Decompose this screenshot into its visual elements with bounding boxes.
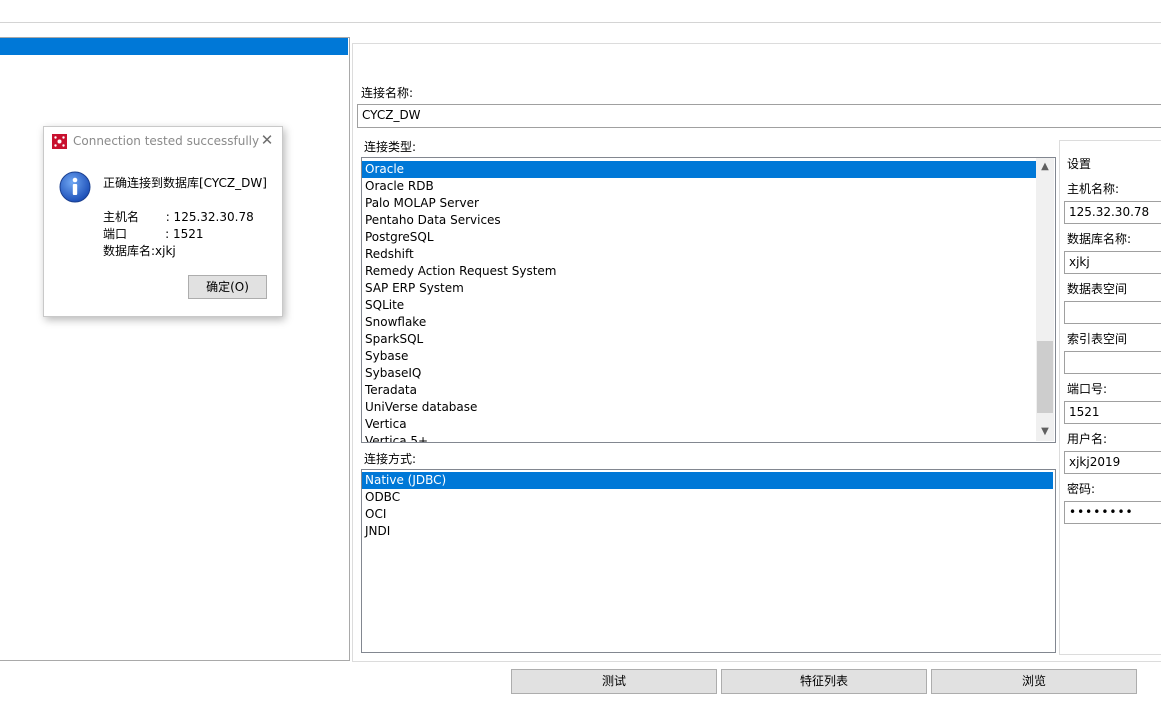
access-method-item[interactable]: Native (JDBC): [362, 472, 1053, 489]
connection-type-scrollbar[interactable]: ▲ ▼: [1036, 158, 1054, 441]
connection-success-dialog: Connection tested successfully ✕ 正确连接到数据…: [43, 126, 283, 317]
feature-list-button[interactable]: 特征列表: [721, 669, 927, 694]
chevron-down-icon[interactable]: ▼: [1036, 423, 1054, 441]
username-input[interactable]: xjkj2019: [1064, 451, 1161, 474]
index-tablespace-label: 索引表空间: [1067, 332, 1128, 346]
tablespace-label: 数据表空间: [1067, 282, 1128, 296]
dialog-message: 正确连接到数据库[CYCZ_DW]: [103, 176, 267, 190]
host-label: 主机名称:: [1067, 182, 1120, 196]
dialog-title: Connection tested successfully: [73, 134, 260, 148]
port-label: 端口号:: [1067, 382, 1108, 396]
access-method-item[interactable]: OCI: [362, 506, 1053, 523]
password-label: 密码:: [1067, 482, 1096, 496]
connection-type-item[interactable]: Redshift: [362, 246, 1036, 263]
host-input[interactable]: 125.32.30.78: [1064, 201, 1161, 224]
connection-name-input[interactable]: CYCZ_DW: [357, 104, 1161, 128]
connection-type-label: 连接类型:: [364, 140, 417, 154]
dialog-host-line: 主机名 : 125.32.30.78: [103, 210, 254, 224]
connection-type-item[interactable]: Remedy Action Request System: [362, 263, 1036, 280]
connection-type-item[interactable]: Oracle: [362, 161, 1036, 178]
username-label: 用户名:: [1067, 432, 1108, 446]
connection-type-item[interactable]: Oracle RDB: [362, 178, 1036, 195]
connection-name-label: 连接名称:: [361, 86, 414, 100]
connection-type-item[interactable]: Teradata: [362, 382, 1036, 399]
dialog-port-line: 端口 : 1521: [103, 227, 204, 241]
settings-title: 设置: [1067, 157, 1092, 171]
access-method-item[interactable]: JNDI: [362, 523, 1053, 540]
connection-type-item[interactable]: Vertica 5+: [362, 433, 1036, 442]
connection-type-item[interactable]: Pentaho Data Services: [362, 212, 1036, 229]
access-method-item[interactable]: ODBC: [362, 489, 1053, 506]
tree-selected-row[interactable]: [0, 38, 348, 55]
connection-type-item[interactable]: SybaseIQ: [362, 365, 1036, 382]
connection-type-item[interactable]: SparkSQL: [362, 331, 1036, 348]
database-name-input[interactable]: xjkj: [1064, 251, 1161, 274]
access-method-list[interactable]: Native (JDBC) ODBC OCI JNDI: [361, 469, 1056, 653]
connection-type-item[interactable]: SAP ERP System: [362, 280, 1036, 297]
port-input[interactable]: 1521: [1064, 401, 1161, 424]
password-input[interactable]: ••••••••: [1064, 501, 1161, 524]
close-icon[interactable]: ✕: [260, 130, 274, 150]
info-icon: [59, 171, 91, 203]
test-button[interactable]: 测试: [511, 669, 717, 694]
top-divider: [0, 22, 1161, 23]
tablespace-input[interactable]: [1064, 301, 1161, 324]
index-tablespace-input[interactable]: [1064, 351, 1161, 374]
scrollbar-thumb[interactable]: [1037, 341, 1053, 413]
ok-button[interactable]: 确定(O): [188, 275, 267, 299]
connection-type-item[interactable]: Sybase: [362, 348, 1036, 365]
connection-type-item[interactable]: SQLite: [362, 297, 1036, 314]
connection-type-item[interactable]: Palo MOLAP Server: [362, 195, 1036, 212]
connection-type-list[interactable]: Oracle Oracle RDB Palo MOLAP Server Pentaho…: [361, 157, 1056, 443]
connection-type-item[interactable]: Vertica: [362, 416, 1036, 433]
database-name-label: 数据库名称:: [1067, 232, 1132, 246]
connection-type-item[interactable]: UniVerse database: [362, 399, 1036, 416]
explore-button[interactable]: 浏览: [931, 669, 1137, 694]
connection-type-item[interactable]: Snowflake: [362, 314, 1036, 331]
access-method-label: 连接方式:: [364, 452, 417, 466]
dialog-database-line: 数据库名:xjkj: [103, 244, 176, 258]
chevron-up-icon[interactable]: ▲: [1036, 158, 1054, 176]
pentaho-app-icon: [52, 134, 67, 149]
connection-type-item[interactable]: PostgreSQL: [362, 229, 1036, 246]
